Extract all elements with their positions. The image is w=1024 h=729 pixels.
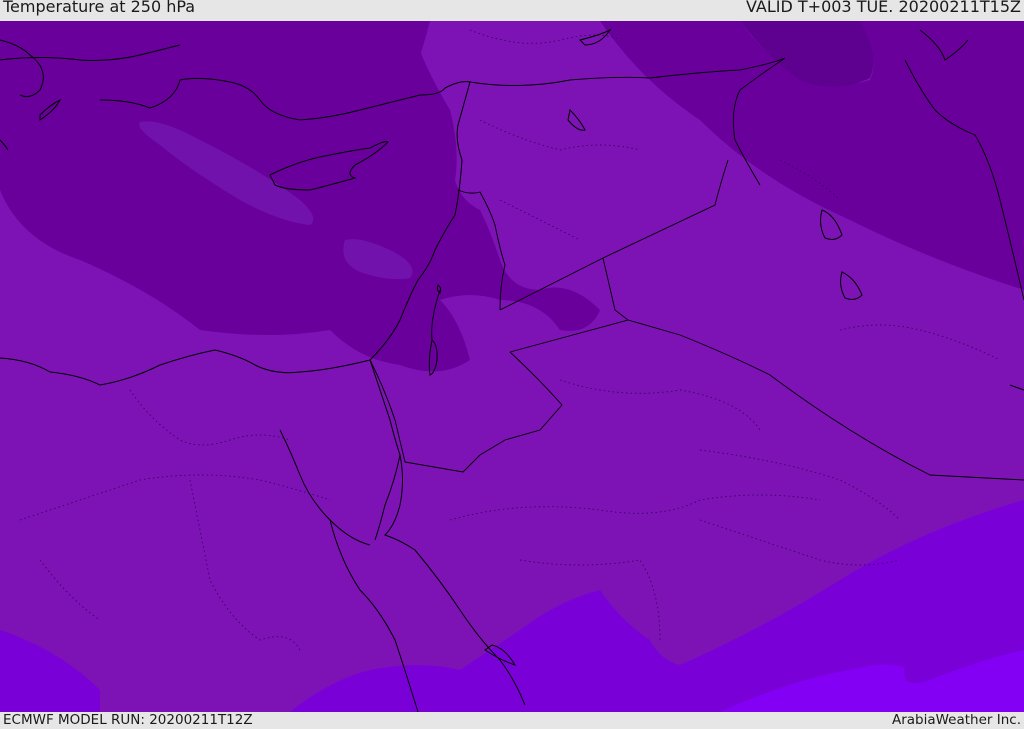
map-title: Temperature at 250 hPa — [3, 0, 196, 16]
weather-map[interactable] — [0, 21, 1024, 712]
credit-label: ArabiaWeather Inc. — [891, 712, 1021, 728]
header-bar: Temperature at 250 hPa VALID T+003 TUE. … — [0, 0, 1024, 21]
footer-bar: ECMWF MODEL RUN: 20200211T12Z ArabiaWeat… — [0, 712, 1024, 729]
model-run-label: ECMWF MODEL RUN: 20200211T12Z — [3, 712, 253, 728]
valid-time: VALID T+003 TUE. 20200211T15Z — [745, 0, 1021, 16]
